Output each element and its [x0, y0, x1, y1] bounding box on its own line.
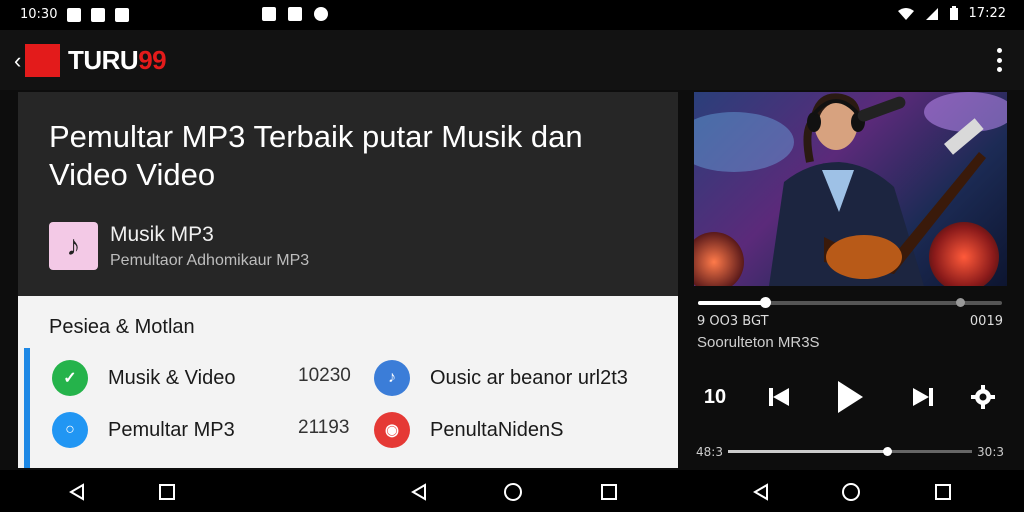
music-note-icon: ♪ [49, 222, 98, 270]
playback-controls: 10 [694, 377, 1006, 417]
secondary-time-total: 30:3 [977, 445, 1004, 459]
play-icon[interactable] [832, 377, 868, 417]
back-icon[interactable] [750, 481, 772, 503]
brand-part2: 99 [138, 45, 167, 75]
list-item[interactable]: ✓ Musik & Video [52, 360, 235, 396]
secondary-seek-progress [728, 450, 887, 453]
replay-icon[interactable]: 10 [700, 377, 730, 417]
list-item-count: 10230 [298, 365, 351, 386]
sync-icon [314, 7, 328, 21]
track-name: Soorulteton MR3S [697, 334, 820, 351]
system-nav-bar [0, 470, 1024, 512]
buffer-marker [956, 298, 965, 307]
back-icon[interactable] [66, 481, 88, 503]
download-icon [115, 7, 130, 22]
status-time: 10:30 [20, 7, 58, 22]
battery-icon [949, 6, 958, 20]
skip-next-icon[interactable] [908, 377, 938, 417]
app-name[interactable]: Musik MP3 [110, 223, 214, 247]
mail-icon [91, 7, 106, 22]
list-item-label: Ousic ar beanor url2t3 [430, 366, 628, 389]
chat-icon: ✓ [52, 360, 88, 396]
back-icon[interactable] [408, 481, 430, 503]
skip-previous-icon[interactable] [764, 377, 794, 417]
list-card: Pesiea & Motlan ✓ Musik & Video 10230 ○ … [18, 296, 678, 468]
brand-part1: TURU [68, 45, 139, 75]
home-icon[interactable] [840, 481, 862, 503]
recents-icon[interactable] [156, 481, 178, 503]
list-item-label: Pemultar MP3 [108, 418, 235, 441]
list-item[interactable]: ○ Pemultar MP3 [52, 412, 235, 448]
seek-progress [698, 301, 765, 305]
secondary-seek-thumb[interactable] [882, 447, 892, 456]
record-icon: ◉ [374, 412, 410, 448]
secondary-time-elapsed: 48:3 [696, 445, 723, 459]
recents-icon[interactable] [598, 481, 620, 503]
list-item[interactable]: ♪ Ousic ar beanor url2t3 [374, 360, 628, 396]
replay-label: 10 [703, 385, 727, 408]
content-pane: Pemultar MP3 Terbaik putar Musik dan Vid… [18, 92, 678, 468]
hero-card: Pemultar MP3 Terbaik putar Musik dan Vid… [18, 92, 678, 296]
app-bar: ‹ TURU99 [0, 30, 1024, 90]
recents-icon[interactable] [932, 481, 954, 503]
gallery-icon [67, 7, 82, 22]
brand-logo [25, 44, 60, 77]
player-pane: 9 OO3 BGT 0019 Soorulteton MR3S 10 48:3 … [694, 92, 1007, 468]
status-bar: 10:30 17:22 [0, 0, 1024, 30]
home-icon[interactable] [502, 481, 524, 503]
page-title: Pemultar MP3 Terbaik putar Musik dan Vid… [49, 119, 583, 192]
notification-icon [262, 7, 276, 21]
music-share-icon: ♪ [374, 360, 410, 396]
seek-bar[interactable] [698, 297, 1002, 308]
more-vert-icon[interactable] [996, 48, 1002, 72]
app-subtitle: Pemultaor Adhomikaur MP3 [110, 252, 310, 269]
back-arrow-icon[interactable]: ‹ [14, 48, 21, 74]
signal-icon [925, 7, 938, 20]
brand-title: TURU99 [68, 45, 167, 76]
list-heading: Pesiea & Motlan [49, 316, 195, 338]
list-item[interactable]: ◉ PenultaNidenS [374, 412, 563, 448]
status-time-right: 17:22 [968, 6, 1006, 21]
list-item-label: PenultaNidenS [430, 418, 564, 441]
shield-icon [288, 7, 302, 21]
list-item-label: Musik & Video [108, 366, 236, 389]
time-elapsed: 9 OO3 BGT [697, 314, 769, 329]
selection-accent [24, 348, 30, 468]
settings-icon[interactable] [968, 377, 998, 417]
wifi-icon [897, 7, 914, 20]
performer-image [769, 93, 986, 286]
secondary-seek-bar[interactable] [728, 447, 972, 456]
list-item-count: 21193 [298, 417, 350, 438]
time-total: 0019 [969, 314, 1003, 329]
chat-bubble-icon: ○ [52, 412, 88, 448]
video-thumbnail[interactable] [694, 92, 1007, 286]
seek-thumb[interactable] [759, 297, 771, 308]
